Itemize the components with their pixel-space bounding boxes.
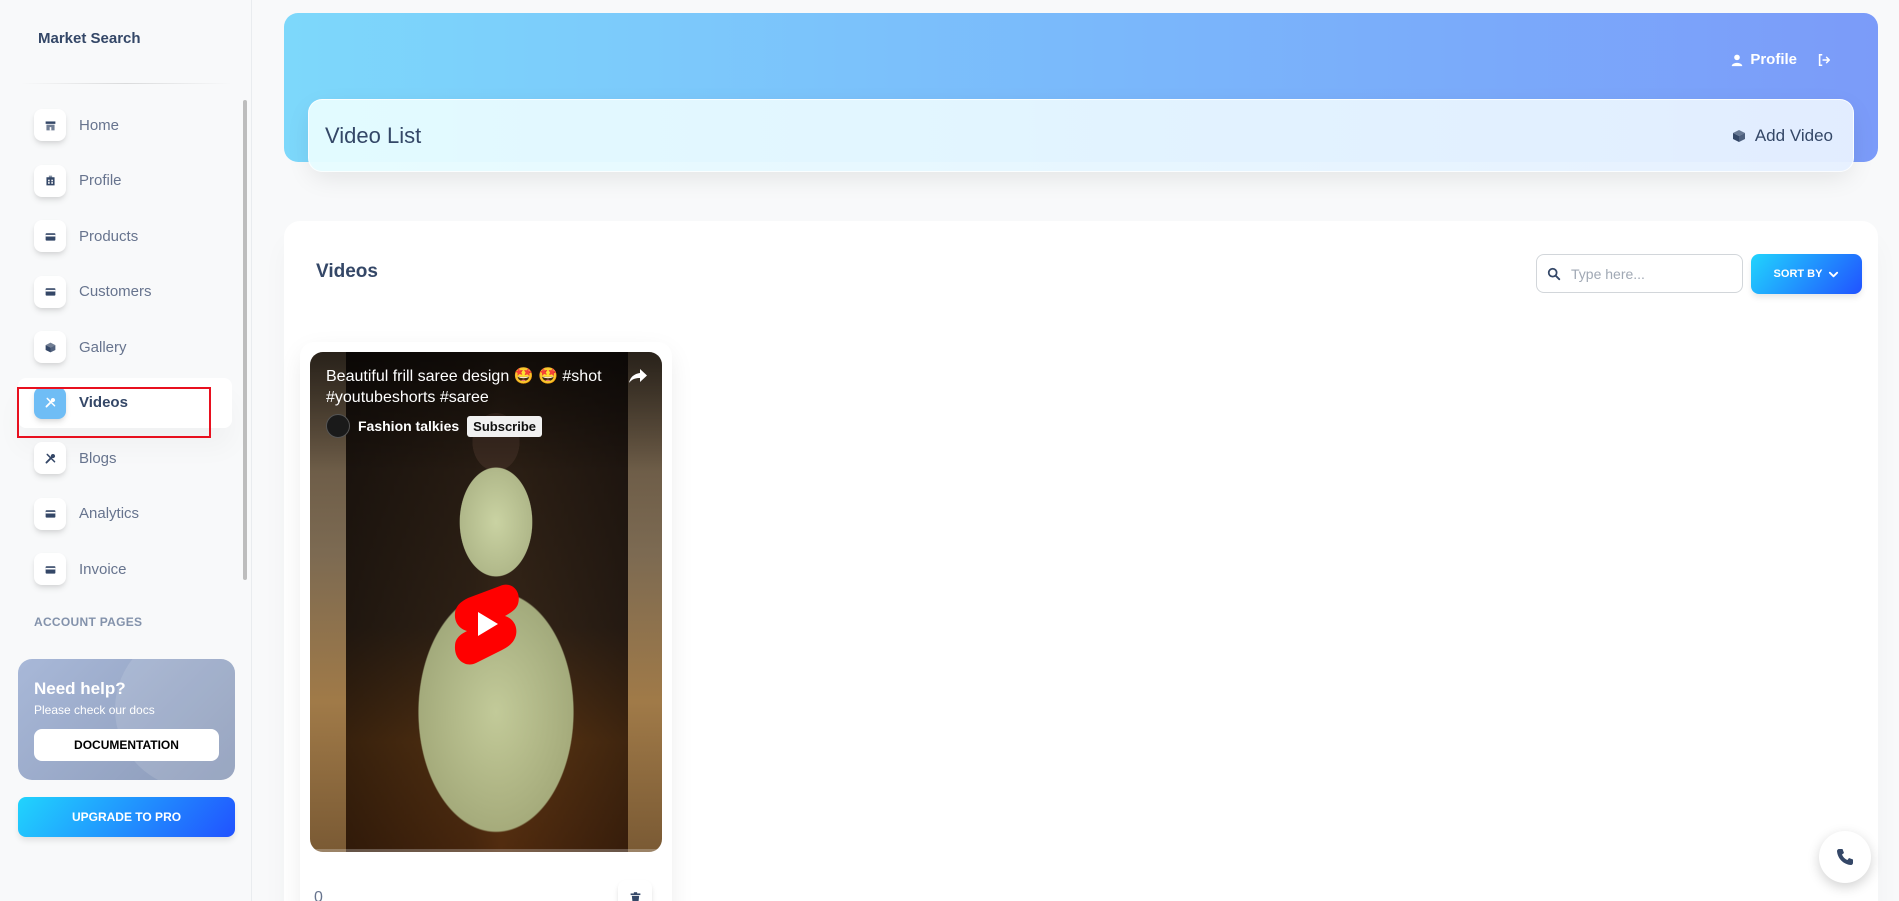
brand-divider [20,83,232,84]
sidebar-item-blogs[interactable]: Blogs [18,433,232,483]
trash-icon [630,891,640,901]
user-icon [1732,54,1743,66]
video-count: 0 [314,889,323,901]
tools-icon [34,442,66,474]
sidebar-scrollbar[interactable] [243,100,247,580]
sort-by-button[interactable]: SORT BY [1751,254,1862,294]
search-icon [1547,267,1561,280]
call-button[interactable] [1819,831,1871,883]
videos-panel: Videos SORT BY Beautiful frill saree des… [284,221,1878,901]
box-icon [1732,129,1745,142]
credit-card-icon [34,553,66,585]
shop-icon [34,109,66,141]
video-card: Beautiful frill saree design 🤩 🤩 #shot #… [300,342,672,901]
sidebar-item-label: Profile [79,172,122,189]
channel-row: Fashion talkies Subscribe [326,414,543,438]
help-card: Need help? Please check our docs DOCUMEN… [18,659,235,780]
add-video-button[interactable]: Add Video [1731,126,1833,146]
video-progress-bar[interactable] [310,849,662,852]
sidebar-item-invoice[interactable]: Invoice [18,544,232,594]
channel-name[interactable]: Fashion talkies [358,418,459,434]
credit-card-icon [34,220,66,252]
sidebar-item-label: Home [79,116,120,134]
title-card: Video List Add Video [308,99,1854,172]
credit-card-icon [34,275,66,308]
office-icon [34,164,66,197]
sidebar-item-profile[interactable]: Profile [18,156,232,206]
sidebar-item-label: Customers [79,283,152,300]
sidebar-item-label: Gallery [79,338,127,356]
video-title[interactable]: Beautiful frill saree design 🤩 🤩 #shot #… [326,366,611,408]
shorts-play-icon[interactable] [450,580,522,668]
sidebar-item-label: Products [79,227,139,245]
share-icon[interactable] [626,364,650,388]
delete-video-button[interactable] [618,880,652,901]
documentation-button[interactable]: DOCUMENTATION [34,729,219,761]
sidebar-item-label: Blogs [79,449,117,467]
brand-name[interactable]: Market Search [38,30,141,47]
upgrade-button[interactable]: UPGRADE TO PRO [18,797,235,837]
page-title: Video List [325,122,422,148]
box-icon [34,331,66,363]
sidebar-item-customers[interactable]: Customers [18,267,232,317]
sidebar-item-label: Analytics [79,505,140,522]
video-player[interactable]: Beautiful frill saree design 🤩 🤩 #shot #… [310,352,662,852]
header-links: Profile [1730,51,1831,68]
channel-avatar[interactable] [326,414,350,438]
subscribe-button[interactable]: Subscribe [467,415,543,437]
sidebar-item-label: Invoice [79,560,127,578]
sidebar: Market Search Home Profile Products Cust… [0,0,252,901]
sidebar-item-home[interactable]: Home [18,100,232,150]
section-title: ACCOUNT PAGES [34,615,143,629]
section-heading: Videos [316,261,378,282]
help-subtitle: Please check our docs [34,703,155,717]
phone-icon [1837,849,1853,865]
profile-link[interactable]: Profile [1750,51,1797,68]
logout-icon[interactable] [1817,53,1831,67]
credit-card-icon [34,497,66,530]
sidebar-item-analytics[interactable]: Analytics [18,489,232,539]
search-input[interactable] [1571,265,1731,282]
selection-highlight [17,387,211,438]
help-title: Need help? [34,679,126,698]
sidebar-item-products[interactable]: Products [18,211,232,261]
chevron-down-icon [1829,271,1839,277]
sidebar-nav: Home Profile Products Customers Gallery [18,100,232,600]
search-box [1536,254,1743,293]
sort-by-label: SORT BY [1773,268,1823,280]
add-video-label: Add Video [1754,125,1833,145]
sidebar-item-gallery[interactable]: Gallery [18,322,232,372]
